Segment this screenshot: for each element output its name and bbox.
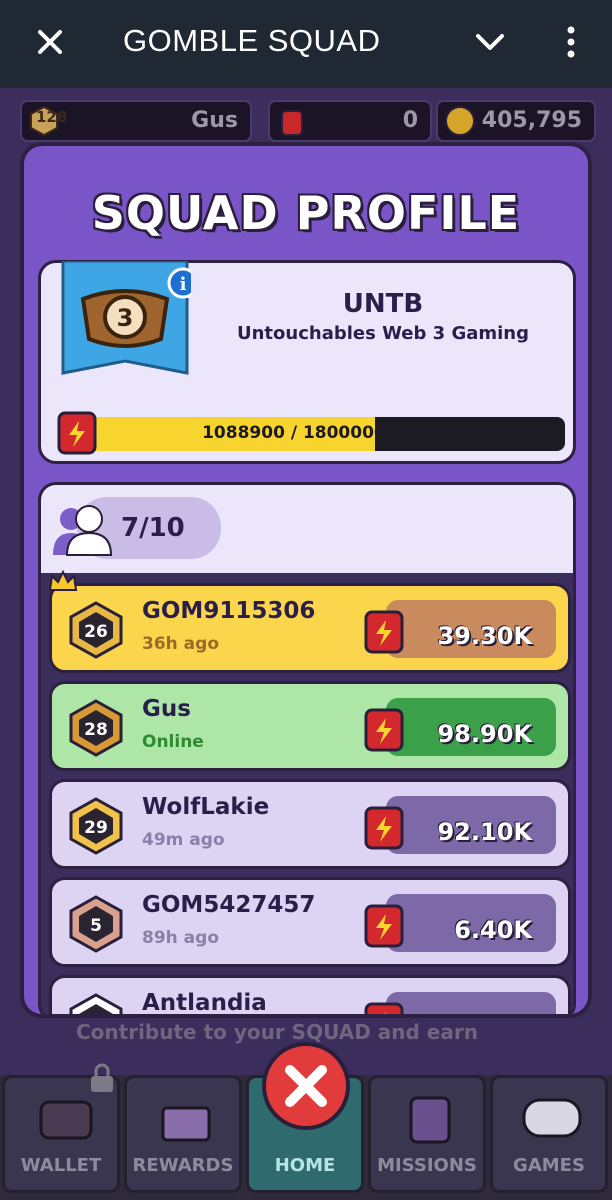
nav-label-games: GAMES xyxy=(513,1155,585,1176)
fuel-can-icon xyxy=(364,708,404,752)
member-contribution-pill: 39.30K xyxy=(386,600,556,658)
more-options-icon[interactable] xyxy=(556,24,586,60)
squad-name: UNTB xyxy=(342,289,424,319)
member-contribution-pill: 92.10K xyxy=(386,796,556,854)
member-name: Gus xyxy=(142,696,191,722)
member-name: Antlandia xyxy=(142,990,267,1016)
fuel-can-icon xyxy=(364,904,404,948)
coin-value: 405,795 xyxy=(481,108,582,133)
member-contribution: 98.90K xyxy=(437,720,532,748)
members-count: 7/10 xyxy=(121,513,185,543)
nav-label-missions: MISSIONS xyxy=(377,1155,477,1176)
member-level-badge: 26 xyxy=(69,601,123,659)
nav-label-rewards: REWARDS xyxy=(132,1155,234,1176)
chevron-down-icon[interactable] xyxy=(472,24,508,60)
members-header: 7/10 xyxy=(41,485,573,573)
modal-title: SQUAD PROFILE xyxy=(91,186,521,240)
member-level-badge: 5 xyxy=(69,895,123,953)
squad-description: Untouchables Web 3 Gaming xyxy=(237,323,529,344)
squad-progress-label: 1088900 / 1800000 (60%) xyxy=(202,423,448,443)
members-card: 7/10 26 GOM9115306 36h ago 39.30K 28 Gus… xyxy=(38,482,576,1016)
gamepad-icon xyxy=(522,1098,582,1138)
member-status: Online xyxy=(142,732,204,752)
nav-missions[interactable]: MISSIONS xyxy=(368,1075,486,1193)
member-level-badge: 29 xyxy=(69,797,123,855)
member-row[interactable]: 5 GOM5427457 89h ago 6.40K xyxy=(49,877,571,967)
member-name: WolfLakie xyxy=(142,794,270,820)
level-username-bar: 128 Gus xyxy=(20,100,252,142)
member-contribution-pill: 98.90K xyxy=(386,698,556,756)
close-modal-button[interactable] xyxy=(260,1040,352,1132)
squad-rank-badge: 3 i xyxy=(61,261,191,375)
nav-label-home: HOME xyxy=(274,1155,336,1176)
fuel-value: 0 xyxy=(402,108,418,133)
member-row[interactable]: Antlandia xyxy=(49,975,571,1016)
nav-rewards[interactable]: REWARDS xyxy=(124,1075,242,1193)
nav-label-wallet: WALLET xyxy=(20,1155,102,1176)
nav-games[interactable]: GAMES xyxy=(490,1075,608,1193)
member-name: GOM9115306 xyxy=(142,598,316,624)
fuel-can-icon xyxy=(57,411,97,455)
fuel-can-icon xyxy=(364,806,404,850)
squad-rank: 3 xyxy=(117,304,134,332)
lock-icon xyxy=(91,1063,113,1092)
member-status: 89h ago xyxy=(142,928,219,948)
member-row[interactable]: 29 WolfLakie 49m ago 92.10K xyxy=(49,779,571,869)
member-row[interactable]: 28 Gus Online 98.90K xyxy=(49,681,571,771)
member-contribution-pill: 6.40K xyxy=(386,894,556,952)
members-list: 26 GOM9115306 36h ago 39.30K 28 Gus Onli… xyxy=(41,573,573,1016)
member-status: 36h ago xyxy=(142,634,219,654)
member-level: 5 xyxy=(90,916,102,936)
player-level: 128 xyxy=(36,108,68,126)
member-contribution: 92.10K xyxy=(437,818,532,846)
svg-text:i: i xyxy=(180,274,187,295)
member-contribution: 39.30K xyxy=(437,622,532,650)
squad-info-card: 3 i UNTB Untouchables Web 3 Gaming 10889… xyxy=(38,260,576,464)
member-level-badge: 28 xyxy=(69,699,123,757)
wallet-icon xyxy=(39,1100,93,1140)
member-level: 29 xyxy=(84,818,108,838)
player-username: Gus xyxy=(191,108,238,133)
member-level: 26 xyxy=(84,622,108,642)
missions-icon xyxy=(409,1096,451,1144)
app-title: GOMBLE SQUAD xyxy=(123,23,381,58)
member-contribution-pill xyxy=(386,992,556,1014)
coin-icon xyxy=(445,106,475,136)
member-level-badge xyxy=(69,993,123,1014)
fuel-can-icon xyxy=(281,110,303,136)
fuel-bar: 0 xyxy=(268,100,432,142)
member-name: GOM5427457 xyxy=(142,892,316,918)
member-row[interactable]: 26 GOM9115306 36h ago 39.30K xyxy=(49,583,571,673)
squad-profile-modal: SQUAD PROFILE 3 i UNTB Untouchables Web … xyxy=(20,142,592,1018)
member-status: 49m ago xyxy=(142,830,225,850)
fuel-can-icon xyxy=(364,1002,404,1014)
coin-bar: 405,795 xyxy=(436,100,596,142)
members-icon xyxy=(53,505,113,556)
squad-progress-bar: 1088900 / 1800000 (60%) xyxy=(85,417,565,451)
member-level: 28 xyxy=(84,720,108,740)
crown-icon xyxy=(48,570,78,591)
gift-icon xyxy=(161,1106,211,1142)
fuel-can-icon xyxy=(364,610,404,654)
member-contribution: 6.40K xyxy=(454,916,532,944)
close-icon[interactable] xyxy=(30,22,70,62)
app-bar: GOMBLE SQUAD xyxy=(0,0,612,88)
